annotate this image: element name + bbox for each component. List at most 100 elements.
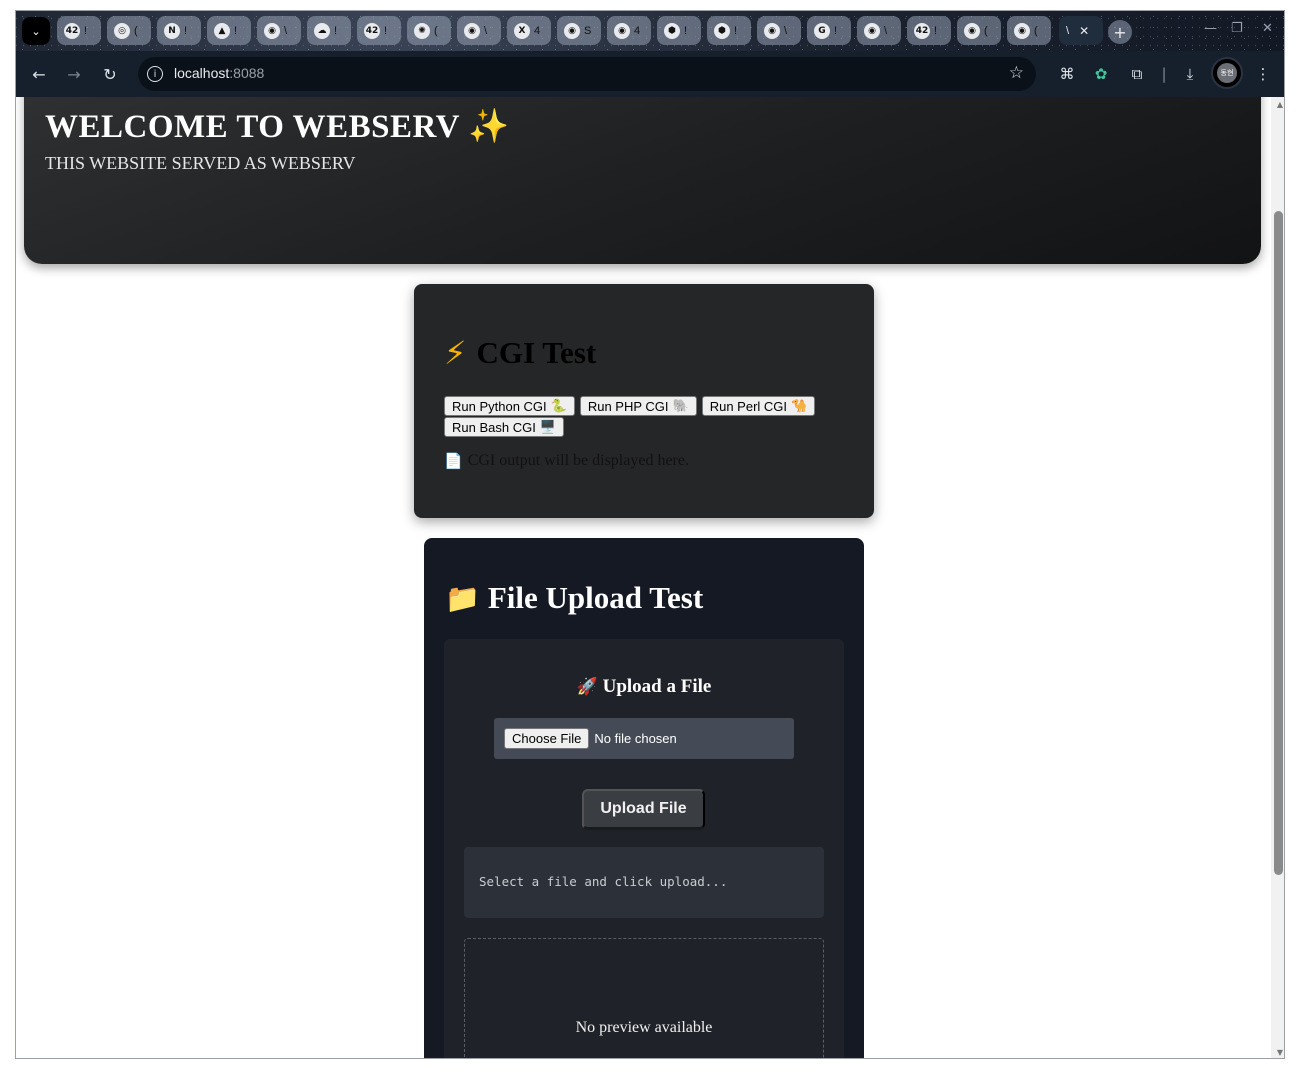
- close-icon[interactable]: ✕: [1079, 24, 1089, 38]
- tab[interactable]: ◉(: [1007, 16, 1051, 45]
- tab-favicon-icon: ◉: [614, 22, 630, 39]
- tab[interactable]: ⬢!: [657, 16, 701, 45]
- tab-title: 4: [634, 24, 641, 37]
- tab[interactable]: ◉(: [957, 16, 1001, 45]
- cgi-button-row: Run Python CGI 🐍 Run PHP CGI 🐘 Run Perl CG…: [444, 396, 844, 437]
- file-name-label: No file chosen: [594, 731, 677, 746]
- tab-favicon-icon: N: [164, 22, 180, 39]
- plus-icon: +: [1113, 22, 1127, 42]
- restore-icon[interactable]: ❐: [1231, 21, 1243, 36]
- minimize-icon[interactable]: —: [1204, 21, 1217, 36]
- cgi-test-card: ⚡ CGI Test Run Python CGI 🐍 Run PHP CGI 🐘 R…: [414, 284, 874, 518]
- page-viewport[interactable]: WELCOME TO WEBSERV ✨ THIS WEBSITE SERVED…: [16, 97, 1284, 1058]
- run-php-cgi-button[interactable]: Run PHP CGI 🐘: [579, 396, 697, 416]
- bookmark-star-icon[interactable]: ☆: [1009, 63, 1024, 83]
- upload-title: 📁 File Upload Test: [445, 580, 703, 616]
- tab-favicon-icon: ◉: [1014, 22, 1030, 39]
- tab-title: (: [1034, 24, 1038, 37]
- page-title: WELCOME TO WEBSERV ✨: [45, 109, 510, 145]
- preview-area: No preview available: [464, 938, 824, 1058]
- upload-subtitle-text: Upload a File: [602, 676, 712, 697]
- file-input[interactable]: Choose File No file chosen: [494, 718, 794, 759]
- download-icon[interactable]: ⤓: [1179, 63, 1201, 85]
- tab[interactable]: 42!: [57, 16, 101, 45]
- tab-title: (: [434, 24, 438, 37]
- tab[interactable]: X4: [507, 16, 551, 45]
- back-button[interactable]: ←: [28, 63, 50, 85]
- tab-title: !: [934, 24, 938, 37]
- tab-title: (: [134, 24, 138, 37]
- browser-window: ⌄ 42! ◎(N! ▲! ◉ \ ☁! 42! ✺(◉ \ X 4 ◉ S ◉ 4 ⬢! ⬢! ◉ \ G! ◉ \ 42…: [15, 10, 1285, 1059]
- page-subtitle: THIS WEBSITE SERVED AS WEBSERV: [45, 153, 356, 173]
- tab[interactable]: ◉ S: [557, 16, 601, 45]
- document-icon: 📄: [444, 452, 463, 470]
- tab-favicon-icon: ✺: [414, 22, 430, 39]
- tab[interactable]: G!: [807, 16, 851, 45]
- tab-title: !: [84, 24, 88, 37]
- tab-title: !: [384, 24, 388, 37]
- forward-button[interactable]: →: [63, 63, 85, 85]
- rocket-icon: 🚀: [576, 677, 598, 697]
- tab[interactable]: ◉ \: [857, 16, 901, 45]
- tab-favicon-icon: ◉: [464, 22, 480, 39]
- tab-active[interactable]: \ ✕: [1059, 16, 1103, 45]
- scroll-up-icon[interactable]: ▲: [1277, 100, 1283, 109]
- tab-favicon-icon: ◉: [964, 22, 980, 39]
- upload-file-button[interactable]: Upload File: [582, 789, 705, 830]
- url-text[interactable]: localhost:8088: [174, 65, 264, 81]
- tab[interactable]: ▲!: [207, 16, 251, 45]
- tab-favicon-icon: G: [814, 22, 830, 39]
- extension-chatgpt-icon[interactable]: ✿: [1090, 63, 1112, 85]
- tab[interactable]: ◉ 4: [607, 16, 651, 45]
- menu-kebab-icon[interactable]: ⋮: [1252, 63, 1274, 85]
- button-label: Run Bash CGI: [452, 419, 536, 435]
- run-bash-cgi-button[interactable]: Run Bash CGI 🖥️: [444, 417, 565, 437]
- extensions-puzzle-icon[interactable]: ⧉: [1126, 63, 1148, 85]
- tab[interactable]: ✺(: [407, 16, 451, 45]
- snake-icon: 🐍: [550, 398, 567, 413]
- tab[interactable]: 42!: [357, 16, 401, 45]
- tab-favicon-icon: 42: [914, 22, 930, 39]
- tab-favicon-icon: 42: [364, 22, 380, 39]
- window-close-icon[interactable]: ✕: [1262, 21, 1273, 36]
- tab-strip: ⌄ 42! ◎(N! ▲! ◉ \ ☁! 42! ✺(◉ \ X 4 ◉ S ◉ 4 ⬢! ⬢! ◉ \ G! ◉ \ 42…: [16, 11, 1284, 51]
- upload-form: 🚀 Upload a File Choose File No file chos…: [444, 639, 844, 1058]
- button-label: Run Perl CGI: [709, 398, 788, 414]
- avatar: 동현: [1217, 63, 1237, 83]
- extension-translate-icon[interactable]: ⌘: [1056, 63, 1078, 85]
- tab-favicon-icon: 42: [64, 22, 80, 39]
- tab[interactable]: N!: [157, 16, 201, 45]
- button-label: Run Python CGI: [452, 398, 547, 414]
- choose-file-button[interactable]: Choose File: [504, 728, 590, 749]
- tab-title: !: [184, 24, 188, 37]
- address-bar[interactable]: i localhost:8088 ☆: [138, 57, 1036, 91]
- scroll-down-icon[interactable]: ▼: [1277, 1048, 1283, 1057]
- tab[interactable]: ◉ \: [457, 16, 501, 45]
- reload-button[interactable]: ↻: [99, 63, 121, 85]
- tab[interactable]: ☁!: [307, 16, 351, 45]
- tab[interactable]: 42!: [907, 16, 951, 45]
- tab-search-button[interactable]: ⌄: [22, 17, 50, 45]
- cgi-output: 📄 CGI output will be displayed here.: [444, 452, 689, 470]
- tab-favicon-icon: ▲: [214, 22, 230, 39]
- tab-title: !: [684, 24, 688, 37]
- tab[interactable]: ◉ \: [757, 16, 801, 45]
- site-info-icon[interactable]: i: [147, 66, 163, 82]
- cgi-title: ⚡ CGI Test: [444, 334, 596, 372]
- scroll-thumb[interactable]: [1274, 211, 1283, 875]
- run-perl-cgi-button[interactable]: Run Perl CGI 🐪: [701, 396, 816, 416]
- profile-avatar[interactable]: 동현: [1211, 57, 1243, 89]
- tab[interactable]: ◎(: [107, 16, 151, 45]
- tab-title: \: [484, 24, 488, 37]
- tab[interactable]: ⬢!: [707, 16, 751, 45]
- run-python-cgi-button[interactable]: Run Python CGI 🐍: [444, 396, 575, 416]
- arrow-right-icon: →: [67, 64, 81, 84]
- tab-favicon-icon: ☁: [314, 22, 330, 39]
- new-tab-button[interactable]: +: [1108, 20, 1132, 44]
- tab-title: !: [334, 24, 338, 37]
- tab-favicon-icon: ⬢: [714, 22, 730, 39]
- hero-header: WELCOME TO WEBSERV ✨ THIS WEBSITE SERVED…: [24, 97, 1261, 264]
- vertical-scrollbar[interactable]: ▲ ▼: [1271, 97, 1284, 1058]
- browser-toolbar: ← → ↻ i localhost:8088 ☆ ⌘ ✿ ⧉ | ⤓ 동현 ⋮: [16, 51, 1284, 97]
- tab[interactable]: ◉ \: [257, 16, 301, 45]
